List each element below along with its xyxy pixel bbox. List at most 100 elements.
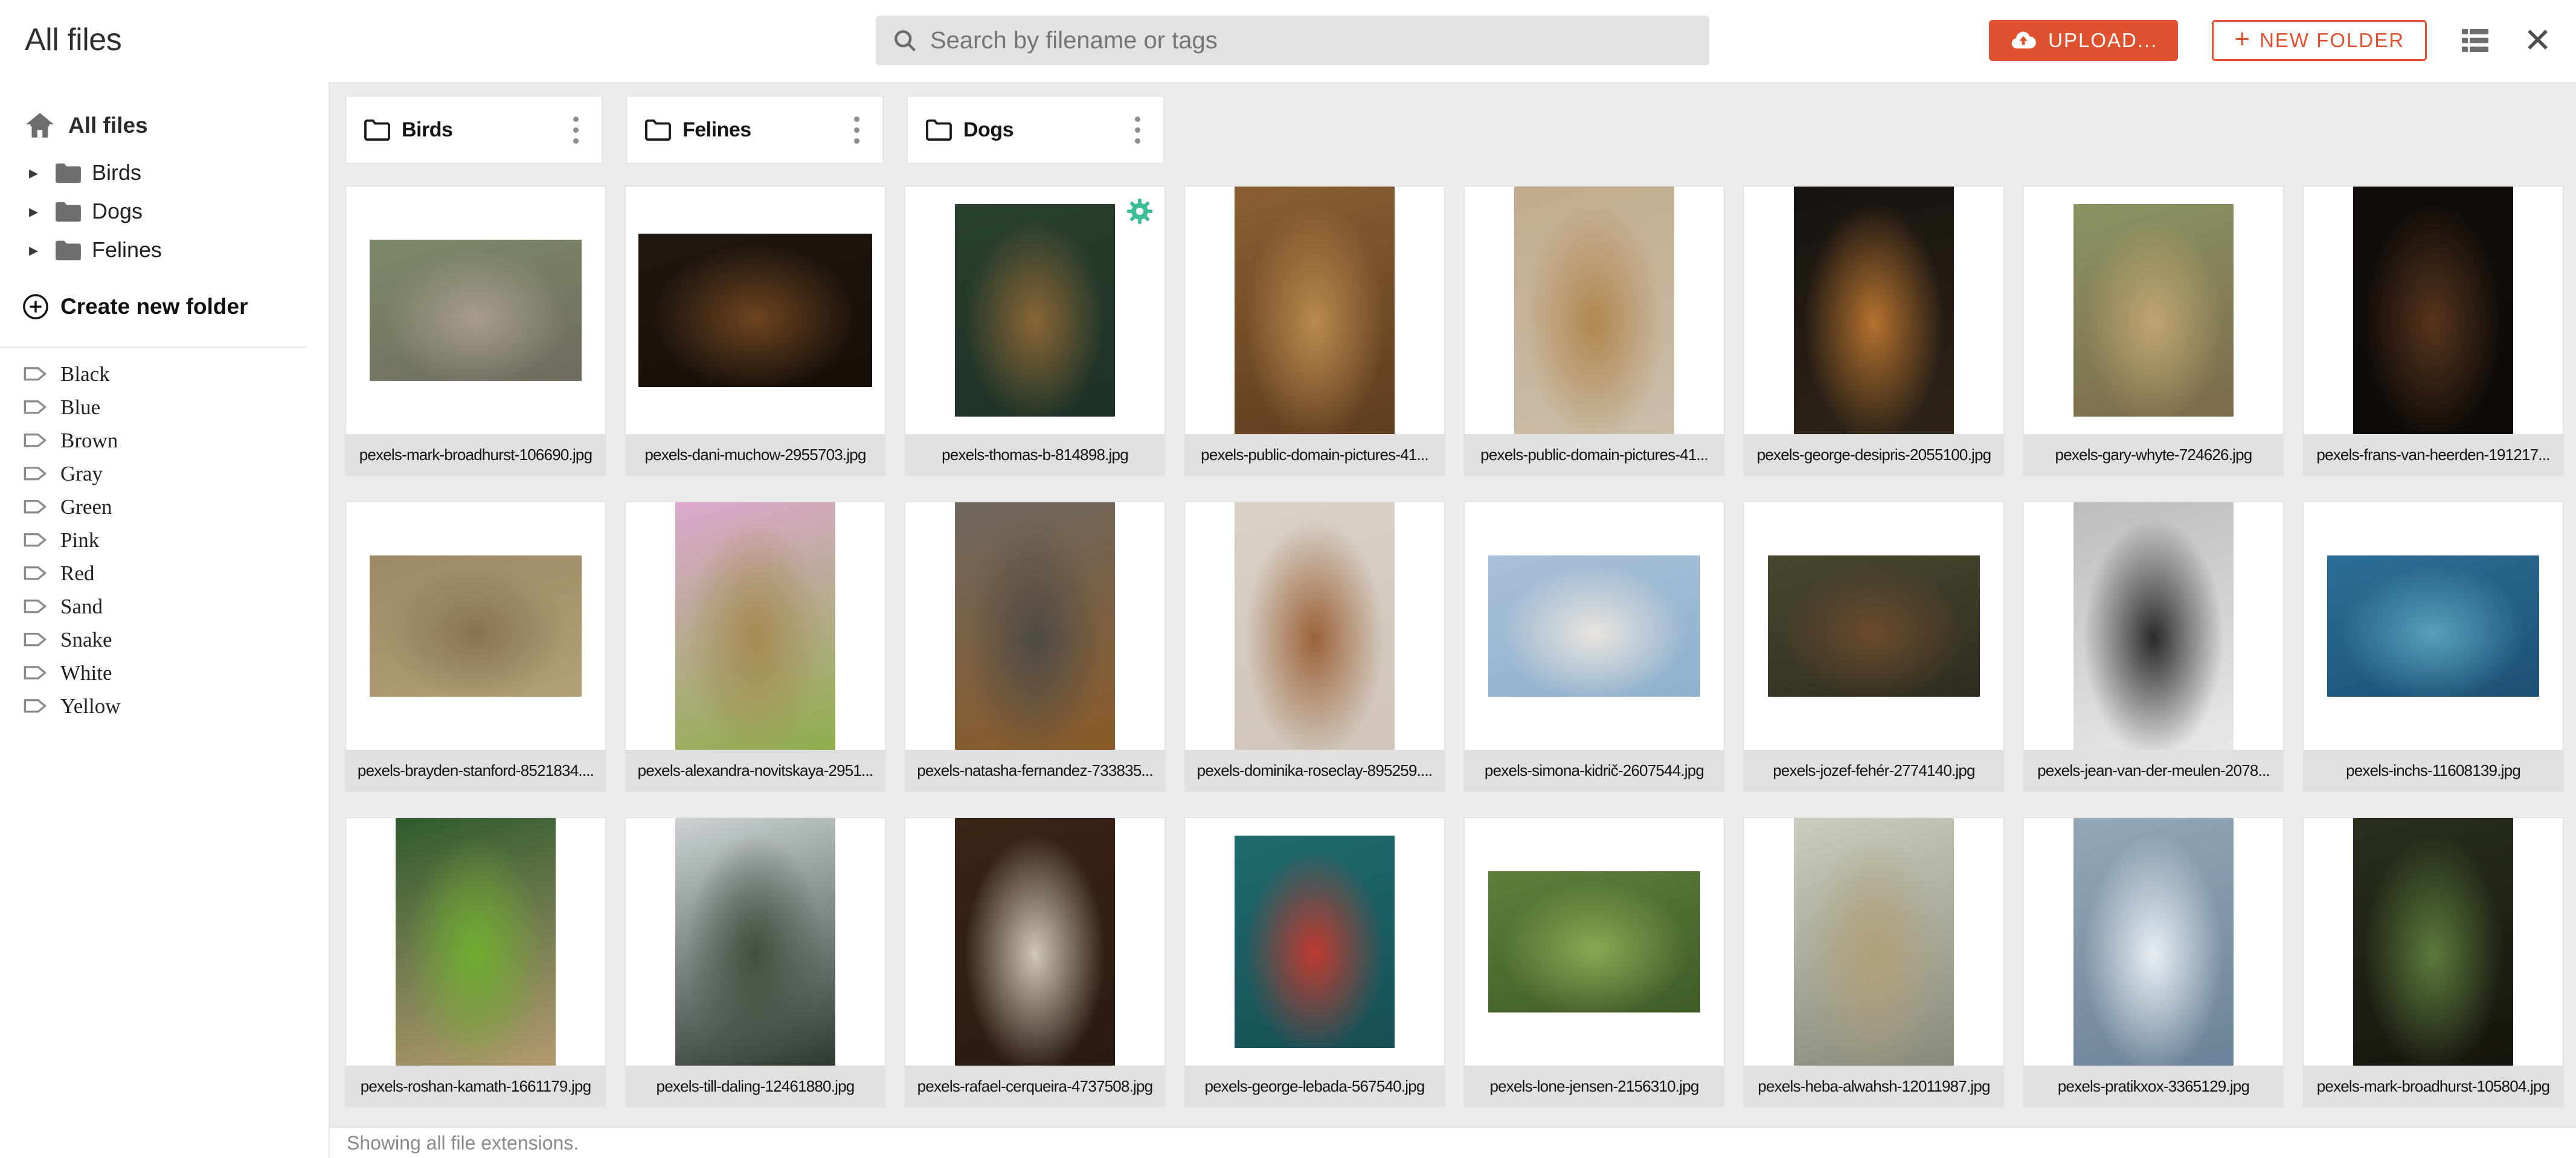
file-card[interactable]: pexels-rafael-cerqueira-4737508.jpg [904, 817, 1166, 1108]
file-card[interactable]: pexels-heba-alwahsh-12011987.jpg [1743, 817, 2005, 1108]
file-card[interactable]: pexels-roshan-kamath-1661179.jpg [345, 817, 606, 1108]
sidebar-item-felines[interactable]: ▸ Felines [0, 231, 329, 269]
folder-card-felines[interactable]: Felines [626, 95, 884, 164]
sidebar-item-birds[interactable]: ▸ Birds [0, 153, 329, 192]
tag-label: Blue [60, 395, 100, 420]
tag-icon [23, 465, 47, 483]
create-new-folder-button[interactable]: Create new folder [0, 287, 329, 326]
file-card[interactable]: pexels-till-daling-12461880.jpg [625, 817, 886, 1108]
folder-cards-row: Birds Felines Dogs [345, 95, 2576, 164]
file-thumbnail [1488, 555, 1701, 697]
file-name: pexels-jozef-fehér-2774140.jpg [1773, 761, 1974, 780]
sidebar-item-dogs[interactable]: ▸ Dogs [0, 192, 329, 231]
tag-icon [23, 398, 47, 417]
file-name-footer: pexels-mark-broadhurst-106690.jpg [346, 434, 605, 475]
tag-item-snake[interactable]: Snake [0, 623, 329, 656]
sidebar-tag-list: Black Blue Brown Gray Green Pink Red San… [0, 357, 329, 723]
file-card[interactable]: pexels-mark-broadhurst-106690.jpg [345, 185, 606, 476]
file-name-footer: pexels-mark-broadhurst-105804.jpg [2304, 1066, 2563, 1107]
new-folder-button[interactable]: + NEW FOLDER [2212, 20, 2427, 61]
tag-item-blue[interactable]: Blue [0, 391, 329, 424]
file-name-footer: pexels-lone-jensen-2156310.jpg [1465, 1066, 1724, 1107]
folder-card-dogs[interactable]: Dogs [907, 95, 1164, 164]
kebab-menu-icon[interactable] [848, 113, 866, 147]
file-card[interactable]: pexels-public-domain-pictures-41... [1184, 185, 1445, 476]
sidebar-folder-label: Dogs [92, 199, 143, 224]
file-thumbnail [955, 818, 1116, 1066]
file-thumbnail-area [346, 187, 605, 434]
folder-card-birds[interactable]: Birds [345, 95, 603, 164]
folder-icon [54, 200, 82, 223]
file-card[interactable]: pexels-lone-jensen-2156310.jpg [1463, 817, 1725, 1108]
upload-button[interactable]: UPLOAD... [1989, 20, 2178, 61]
tag-icon [23, 365, 47, 383]
tag-item-yellow[interactable]: Yellow [0, 689, 329, 723]
tag-icon [23, 498, 47, 516]
tag-item-gray[interactable]: Gray [0, 457, 329, 490]
file-thumbnail [2327, 555, 2540, 697]
search-bar[interactable] [876, 16, 1709, 65]
file-card[interactable]: pexels-natasha-fernandez-733835... [904, 501, 1166, 792]
file-card[interactable]: pexels-jozef-fehér-2774140.jpg [1743, 501, 2005, 792]
file-name: pexels-inchs-11608139.jpg [2346, 761, 2520, 780]
tag-item-red[interactable]: Red [0, 557, 329, 590]
file-card[interactable]: pexels-simona-kidrič-2607544.jpg [1463, 501, 1725, 792]
tag-icon [23, 631, 47, 649]
file-thumbnail [675, 502, 836, 750]
folder-card-label: Birds [402, 118, 567, 142]
file-card[interactable]: pexels-pratikxox-3365129.jpg [2023, 817, 2284, 1108]
chevron-right-icon[interactable]: ▸ [29, 162, 45, 184]
close-icon[interactable]: ✕ [2523, 24, 2552, 57]
file-card[interactable]: pexels-gary-whyte-724626.jpg [2023, 185, 2284, 476]
search-input[interactable] [930, 27, 1694, 54]
file-card[interactable]: pexels-frans-van-heerden-191217... [2302, 185, 2564, 476]
file-name-footer: pexels-heba-alwahsh-12011987.jpg [1744, 1066, 2003, 1107]
tag-item-brown[interactable]: Brown [0, 424, 329, 457]
kebab-menu-icon[interactable] [1129, 113, 1146, 147]
kebab-menu-icon[interactable] [567, 113, 585, 147]
tag-icon [23, 697, 47, 715]
tag-item-black[interactable]: Black [0, 357, 329, 391]
sidebar-root-label: All files [68, 113, 148, 138]
tag-item-sand[interactable]: Sand [0, 590, 329, 623]
file-name: pexels-public-domain-pictures-41... [1480, 446, 1708, 464]
file-name: pexels-gary-whyte-724626.jpg [2055, 446, 2252, 464]
file-card[interactable]: pexels-dominika-roseclay-895259.... [1184, 501, 1445, 792]
chevron-right-icon[interactable]: ▸ [29, 240, 45, 261]
file-name-footer: pexels-george-lebada-567540.jpg [1185, 1066, 1444, 1107]
tag-item-pink[interactable]: Pink [0, 523, 329, 557]
file-card[interactable]: pexels-thomas-b-814898.jpg [904, 185, 1166, 476]
file-card[interactable]: pexels-dani-muchow-2955703.jpg [625, 185, 886, 476]
top-bar: All files UPLOAD... + NEW FOLDER ✕ [0, 0, 2576, 82]
sidebar-folder-label: Felines [92, 237, 162, 263]
create-new-folder-label: Create new folder [60, 294, 248, 319]
tag-item-white[interactable]: White [0, 656, 329, 689]
tag-label: Sand [60, 595, 103, 619]
file-card[interactable]: pexels-george-lebada-567540.jpg [1184, 817, 1445, 1108]
file-thumbnail-area [2304, 818, 2563, 1066]
folder-outline-icon [644, 118, 672, 142]
file-name-footer: pexels-till-daling-12461880.jpg [626, 1066, 885, 1107]
file-name: pexels-george-desipris-2055100.jpg [1757, 446, 1991, 464]
file-name-footer: pexels-simona-kidrič-2607544.jpg [1465, 750, 1724, 791]
file-card[interactable]: pexels-george-desipris-2055100.jpg [1743, 185, 2005, 476]
file-card[interactable]: pexels-public-domain-pictures-41... [1463, 185, 1725, 476]
file-card[interactable]: pexels-mark-broadhurst-105804.jpg [2302, 817, 2564, 1108]
folder-card-label: Dogs [963, 118, 1129, 142]
file-name: pexels-pratikxox-3365129.jpg [2058, 1077, 2249, 1096]
file-card[interactable]: pexels-jean-van-der-meulen-2078... [2023, 501, 2284, 792]
tag-icon [23, 531, 47, 549]
sidebar-folder-tree: ▸ Birds ▸ Dogs ▸ Felines [0, 153, 329, 269]
sidebar-item-all-files[interactable]: All files [0, 106, 329, 145]
file-name-footer: pexels-thomas-b-814898.jpg [905, 434, 1164, 475]
tag-item-green[interactable]: Green [0, 490, 329, 523]
list-view-icon[interactable] [2461, 28, 2490, 53]
plus-icon: + [2234, 24, 2251, 54]
cloud-upload-icon [2009, 27, 2037, 54]
chevron-right-icon[interactable]: ▸ [29, 201, 45, 222]
file-card[interactable]: pexels-inchs-11608139.jpg [2302, 501, 2564, 792]
file-card[interactable]: pexels-alexandra-novitskaya-2951... [625, 501, 886, 792]
file-name: pexels-rafael-cerqueira-4737508.jpg [917, 1077, 1153, 1096]
file-name: pexels-lone-jensen-2156310.jpg [1489, 1077, 1698, 1096]
file-card[interactable]: pexels-brayden-stanford-8521834.... [345, 501, 606, 792]
